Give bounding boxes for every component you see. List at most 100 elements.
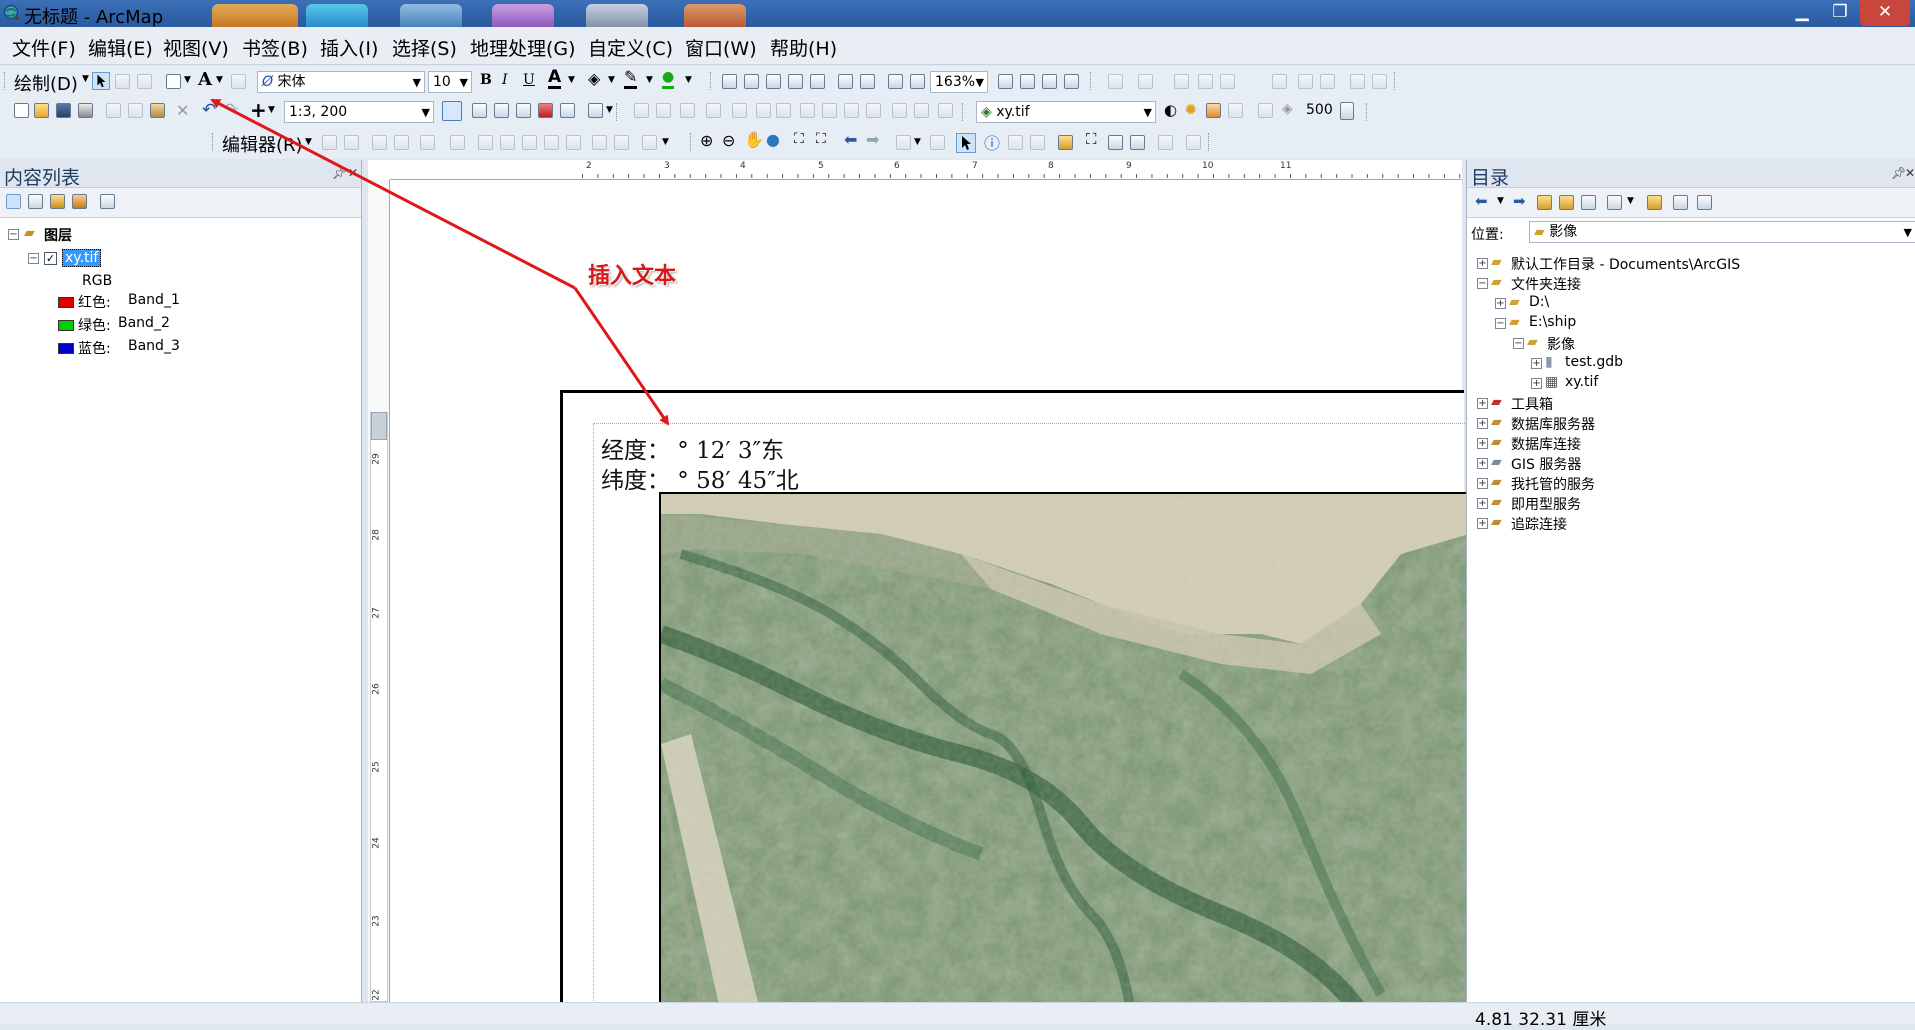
forward-arrow-icon[interactable]: ➡ [866,130,879,149]
catalog-item-tracking-connections[interactable]: 追踪连接 [1511,514,1567,534]
full-extent-icon[interactable]: ● [766,130,780,149]
paste-icon[interactable] [150,103,165,118]
fill-color-icon[interactable]: ◈ [588,69,600,88]
georef-tool-icon[interactable] [914,103,929,118]
layers-group-label[interactable]: 图层 [44,225,72,245]
catalog-item-gis-servers[interactable]: GIS 服务器 [1511,454,1581,474]
catalog-item-xy-tif[interactable]: xy.tif [1565,374,1598,390]
layer-visibility-checkbox[interactable]: ✓ [44,252,57,265]
go-forward-extent-icon[interactable] [910,74,925,89]
layout-page[interactable]: 经度： ° 12′ 3″东 纬度： ° 58′ 45″北 [560,390,1493,1023]
back-arrow-icon[interactable]: ⬅ [844,130,857,149]
menu-help[interactable]: 帮助(H) [770,34,837,61]
align-bottom-icon[interactable] [1220,74,1235,89]
group-icon[interactable] [1108,74,1123,89]
attributes-icon[interactable] [592,135,607,150]
catalog-item-my-hosted-services[interactable]: 我托管的服务 [1511,474,1595,494]
change-layout-icon[interactable] [1042,74,1057,89]
reshape-icon[interactable] [478,135,493,150]
menu-windows[interactable]: 窗口(W) [685,34,757,61]
chevron-down-icon[interactable]: ▼ [685,75,692,85]
line-color-icon[interactable]: ✎ [624,68,638,89]
list-by-source-icon[interactable] [28,194,43,209]
spinner-icon[interactable] [1340,102,1354,120]
print-icon[interactable] [78,103,93,118]
rotate-right-icon[interactable] [1272,74,1287,89]
expand-icon[interactable]: + [1477,478,1488,489]
up-one-level-icon[interactable] [1537,195,1552,210]
editor-toolbar-icon[interactable] [442,101,462,121]
find-route-icon[interactable] [1108,135,1123,150]
edit-tool-icon[interactable] [322,135,337,150]
layout-view[interactable]: 2 3 4 5 6 7 8 9 10 11 29 28 27 26 25 24 … [368,160,1493,1023]
latitude-text-element[interactable]: 纬度： ° 58′ 45″北 [601,461,799,495]
toolbar-grip[interactable] [1394,72,1397,90]
fixed-zoom-in-icon[interactable]: ⛶ [794,131,804,147]
edit-vertices-icon[interactable] [450,135,465,150]
copy-icon[interactable] [128,103,143,118]
catalog-item-test-gdb[interactable]: test.gdb [1565,354,1623,370]
save-icon[interactable] [56,103,71,118]
georef-tool-icon[interactable] [822,103,837,118]
pin-icon[interactable]: 📌︎ [332,166,347,180]
font-family-select[interactable]: Ø 宋体 ▼ [257,71,425,93]
marker-color-icon[interactable]: ● [662,68,675,89]
flicker-rate-value[interactable]: 500 [1306,102,1333,118]
georef-tool-icon[interactable] [776,103,791,118]
contrast-icon[interactable]: ◐ [1164,101,1177,119]
arctoolbox-icon[interactable] [538,103,553,118]
add-data-icon[interactable]: + [250,98,267,122]
fixed-zoom-in-icon[interactable] [838,74,853,89]
georef-tool-icon[interactable] [756,103,771,118]
collapse-icon[interactable]: − [8,229,19,240]
collapse-icon[interactable]: − [28,253,39,264]
georef-tool-icon[interactable] [800,103,815,118]
list-by-visibility-icon[interactable] [50,194,65,209]
georef-tool-icon[interactable] [656,103,671,118]
expand-icon[interactable]: + [1477,438,1488,449]
flicker-rate-icon[interactable]: ◈ [1282,101,1293,117]
catalog-item-folder-connections[interactable]: 文件夹连接 [1511,274,1581,294]
expand-icon[interactable]: + [1477,418,1488,429]
toolbar-grip[interactable] [1090,72,1093,90]
toolbar-grip[interactable] [212,133,215,151]
rotate-icon[interactable] [115,74,130,89]
toggle-contents-icon[interactable] [1673,195,1688,210]
hyperlink-icon[interactable] [1008,135,1023,150]
toggle-draft-mode-icon[interactable] [998,74,1013,89]
table-of-contents-icon[interactable] [472,103,487,118]
list-by-selection-icon[interactable] [72,194,87,209]
align-icon[interactable] [1174,74,1189,89]
delete-icon[interactable]: ✕ [176,101,189,120]
catalog-item-database-servers[interactable]: 数据库服务器 [1511,414,1595,434]
catalog-item-d-drive[interactable]: D:\ [1529,294,1549,310]
chevron-down-icon[interactable]: ▼ [216,75,223,85]
options-icon[interactable] [1697,195,1712,210]
point-icon[interactable] [420,135,435,150]
bold-button[interactable]: B [480,72,492,88]
georef-tool-icon[interactable] [706,103,721,118]
open-folder-icon[interactable] [34,103,49,118]
taskbar-app-icon[interactable] [306,4,368,27]
toolbar-grip[interactable] [962,103,965,121]
chevron-down-icon[interactable]: ▼ [646,75,653,85]
catalog-item-ready-to-use-services[interactable]: 即用型服务 [1511,494,1581,514]
toolbar-grip[interactable] [1366,103,1369,121]
expand-icon[interactable]: + [1477,458,1488,469]
georef-tool-icon[interactable] [892,103,907,118]
chevron-down-icon[interactable]: ▼ [608,75,615,85]
toolbar-grip[interactable] [710,72,713,90]
menu-geoprocessing[interactable]: 地理处理(G) [470,34,576,61]
cut-polygon-icon[interactable] [500,135,515,150]
zoom-in-fixed-icon[interactable] [722,74,737,89]
list-by-drawing-order-icon[interactable] [6,194,21,209]
chevron-down-icon[interactable]: ▼ [268,105,275,115]
zoom-out-fixed-icon[interactable] [744,74,759,89]
layer-select[interactable]: ◈ xy.tif ▼ [976,101,1156,123]
cut-icon[interactable] [106,103,121,118]
close-button[interactable]: ✕ [1860,0,1910,26]
maximize-button[interactable]: ❐ [1822,0,1858,26]
html-popup-icon[interactable] [1030,135,1045,150]
create-features-icon[interactable] [642,135,657,150]
go-to-xy-icon[interactable] [1130,135,1145,150]
